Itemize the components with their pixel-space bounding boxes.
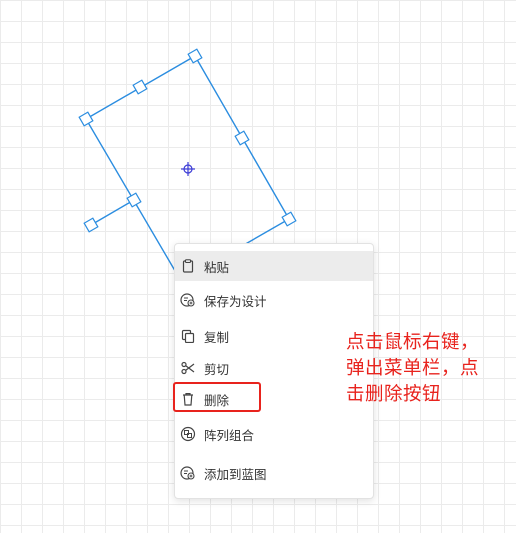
center-crosshair-icon — [181, 162, 195, 176]
resize-handle-left[interactable] — [78, 111, 94, 127]
resize-handle-right-mid[interactable] — [234, 130, 250, 146]
menu-item-paste[interactable]: 粘贴 — [175, 251, 373, 281]
annotation-line: 弹出菜单栏，点 — [346, 358, 480, 379]
menu-item-add-to-blueprint[interactable]: 添加到蓝图 — [175, 458, 373, 488]
clipboard-icon — [179, 257, 197, 275]
resize-handle-top[interactable] — [187, 48, 203, 64]
menu-item-cut[interactable]: 剪切 — [175, 353, 373, 383]
resize-handle-right[interactable] — [281, 211, 297, 227]
delete-highlight-box — [173, 382, 261, 412]
copy-icon — [179, 327, 197, 345]
resize-handle-left-mid[interactable] — [126, 192, 142, 208]
array-group-icon — [179, 425, 197, 443]
menu-item-save-as-design[interactable]: 保存为设计 — [175, 285, 373, 315]
annotation-line: 击删除按钮 — [346, 384, 442, 405]
save-design-icon — [179, 291, 197, 309]
add-blueprint-icon — [179, 464, 197, 482]
menu-item-array-group[interactable]: 阵列组合 — [175, 419, 373, 449]
annotation-line: 点击鼠标右键， — [346, 332, 480, 353]
menu-item-copy[interactable]: 复制 — [175, 321, 373, 351]
rotation-handle[interactable] — [83, 217, 99, 233]
resize-handle-top-left-mid[interactable] — [132, 79, 148, 95]
rotation-handle-line — [90, 199, 135, 226]
scissors-icon — [179, 359, 197, 377]
context-menu: 粘贴 保存为设计 复制 剪切 删除 阵列组合 添加到蓝图 — [174, 243, 374, 499]
annotation-text: 点击鼠标右键， 弹出菜单栏，点 击删除按钮 — [346, 330, 506, 408]
